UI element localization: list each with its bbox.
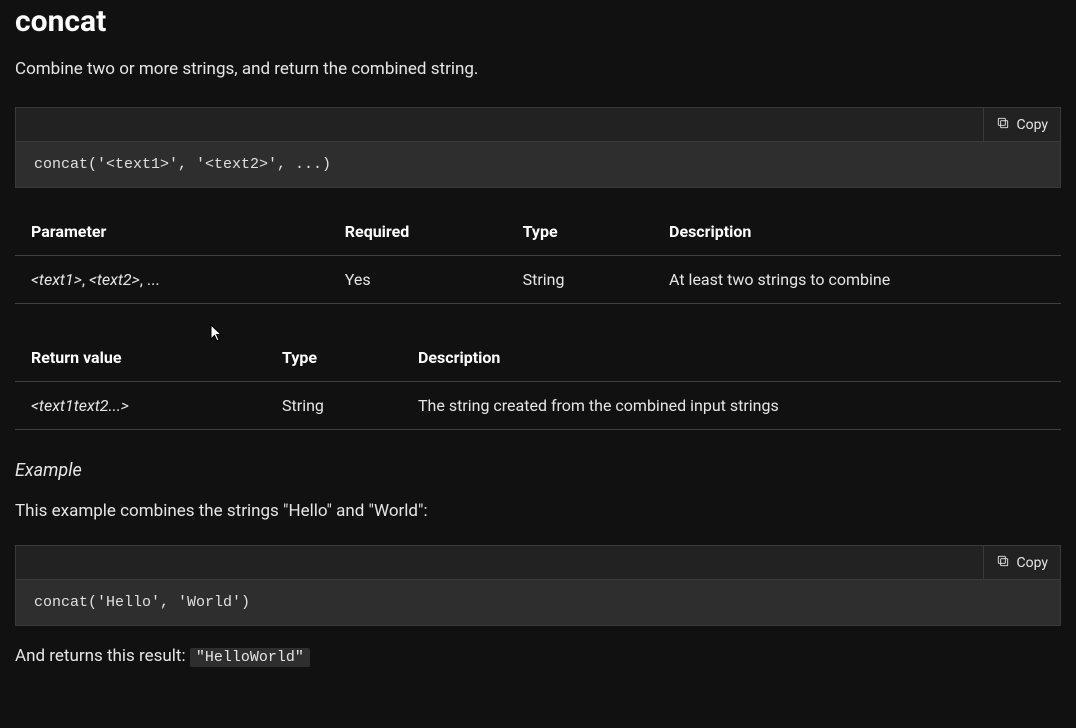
- col-return-type: Type: [266, 334, 402, 382]
- col-return-value: Return value: [15, 334, 266, 382]
- code-body-example: concat('Hello', 'World'): [16, 580, 1060, 625]
- code-block-syntax: Copy concat('<text1>', '<text2>', ...): [15, 107, 1061, 188]
- result-line: And returns this result: "HelloWorld": [15, 646, 1061, 666]
- col-parameter: Parameter: [15, 208, 329, 256]
- param-text1: <text1>: [31, 270, 82, 289]
- copy-button[interactable]: Copy: [983, 108, 1060, 141]
- copy-button[interactable]: Copy: [983, 546, 1060, 579]
- page-title: concat: [15, 0, 1061, 39]
- col-desc: Description: [653, 208, 1061, 256]
- param-text2: <text2>: [89, 270, 140, 289]
- intro-text: Combine two or more strings, and return …: [15, 59, 1061, 79]
- param-sep: ,: [140, 270, 147, 289]
- copy-label: Copy: [1016, 555, 1048, 571]
- copy-icon: [996, 116, 1010, 134]
- result-prefix: And returns this result:: [15, 646, 190, 666]
- code-body-syntax: concat('<text1>', '<text2>', ...): [16, 142, 1060, 187]
- table-header-row: Return value Type Description: [15, 334, 1061, 382]
- example-intro: This example combines the strings "Hello…: [15, 501, 1061, 521]
- table-header-row: Parameter Required Type Description: [15, 208, 1061, 256]
- code-block-example: Copy concat('Hello', 'World'): [15, 545, 1061, 626]
- copy-label: Copy: [1016, 117, 1048, 133]
- cell-desc: At least two strings to combine: [653, 256, 1061, 304]
- doc-page: concat Combine two or more strings, and …: [0, 0, 1076, 681]
- cell-return-type: String: [266, 382, 402, 430]
- return-value-text: <text1text2...>: [31, 396, 129, 415]
- cell-type: String: [507, 256, 653, 304]
- copy-icon: [996, 554, 1010, 572]
- cell-required: Yes: [329, 256, 507, 304]
- col-required: Required: [329, 208, 507, 256]
- cell-return-desc: The string created from the combined inp…: [402, 382, 1061, 430]
- example-heading: Example: [15, 460, 1061, 481]
- col-type: Type: [507, 208, 653, 256]
- result-value: "HelloWorld": [190, 648, 310, 667]
- cell-return-value: <text1text2...>: [15, 382, 266, 430]
- param-rest: ...: [147, 270, 160, 289]
- code-header: Copy: [16, 546, 1060, 580]
- table-row: <text1text2...> String The string create…: [15, 382, 1061, 430]
- cell-parameter: <text1>, <text2>, ...: [15, 256, 329, 304]
- code-header: Copy: [16, 108, 1060, 142]
- table-row: <text1>, <text2>, ... Yes String At leas…: [15, 256, 1061, 304]
- return-table: Return value Type Description <text1text…: [15, 334, 1061, 430]
- col-return-desc: Description: [402, 334, 1061, 382]
- parameters-table: Parameter Required Type Description <tex…: [15, 208, 1061, 304]
- param-sep: ,: [82, 270, 89, 289]
